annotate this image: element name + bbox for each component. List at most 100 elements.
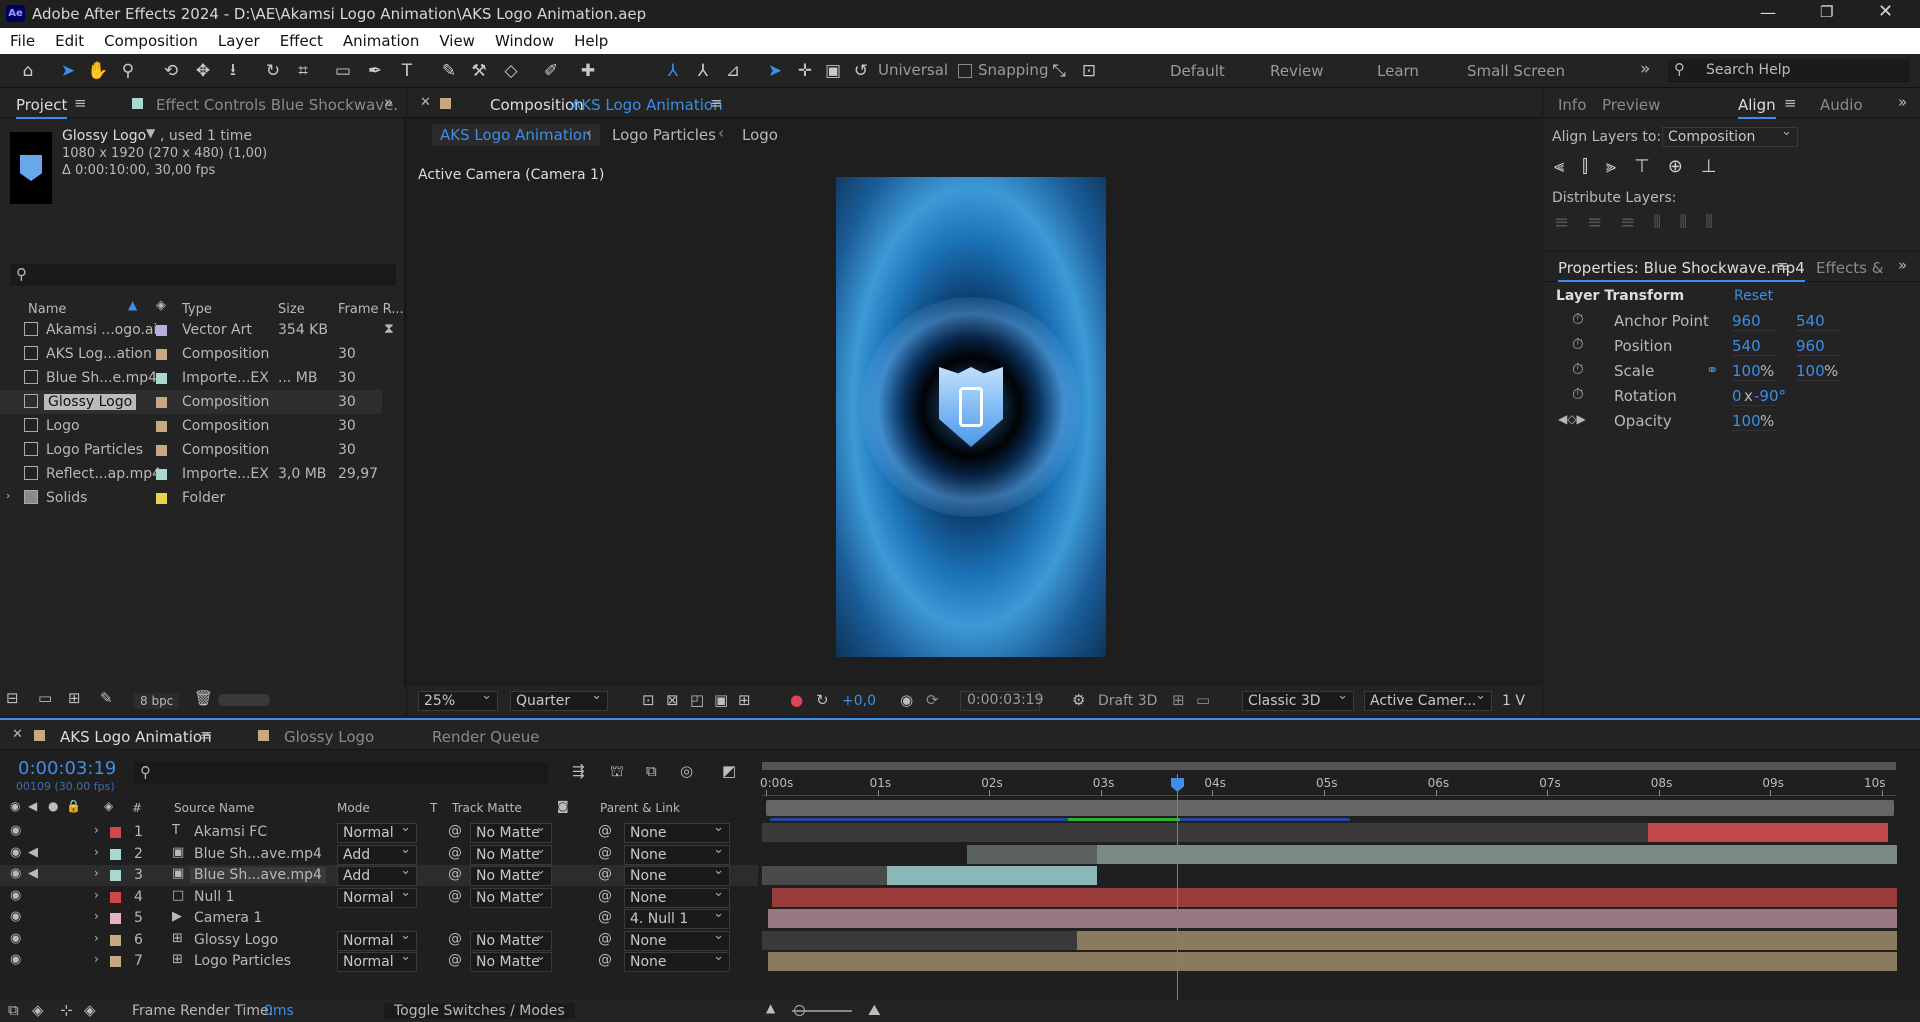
close-timeline-tab-icon[interactable]: ✕ (12, 727, 23, 742)
workspace-default[interactable]: Default (1170, 62, 1225, 80)
layer-duration-bar[interactable] (772, 887, 1897, 907)
sort-ascending-icon[interactable]: ▲ (128, 298, 137, 312)
parent-pickwhip-icon[interactable]: @ (598, 888, 612, 904)
3d-view-dropdown[interactable]: Active Camer... (1364, 688, 1492, 711)
layer-name[interactable]: Null 1 (194, 889, 234, 905)
close-window-button[interactable]: ✕ (1878, 1, 1893, 22)
layer-duration-bar[interactable] (768, 952, 1897, 971)
twirl-arrow-icon[interactable]: › (94, 931, 99, 945)
column-size[interactable]: Size (278, 302, 305, 317)
draft-3d-toggle-icon[interactable]: ⛫ (610, 762, 624, 782)
distribute-top-icon[interactable]: ≡ (1554, 212, 1569, 234)
mode-dropdown[interactable]: Add (337, 842, 417, 865)
dependency-icon[interactable]: ⧗ (384, 321, 394, 337)
col-t[interactable]: T (430, 801, 437, 815)
menu-view[interactable]: View (429, 32, 485, 50)
label-column-icon[interactable]: ◈ (156, 298, 166, 313)
reset-button[interactable]: Reset (1734, 288, 1773, 304)
restore-button[interactable]: ❐ (1820, 3, 1833, 21)
column-frame-rate[interactable]: Frame R... (338, 302, 404, 317)
distribute-vcenter-icon[interactable]: ≡ (1587, 212, 1602, 234)
time-ruler[interactable]: 0:00s 01s 02s 03s 04s 05s 06s 07s 08s 09s 10s (760, 774, 1896, 796)
breadcrumb-logo-particles[interactable]: Logo Particles (612, 126, 716, 144)
col-track-matte[interactable]: Track Matte (452, 801, 522, 815)
property-value-2[interactable]: -90° (1754, 387, 1786, 405)
align-left-icon[interactable]: ⫷ (1554, 156, 1564, 178)
ground-plane-icon[interactable]: ▭ (1196, 691, 1210, 709)
property-value-1[interactable]: 960 (1732, 312, 1778, 331)
parent-pickwhip-icon[interactable]: @ (598, 845, 612, 861)
lock-toggle-icon[interactable]: 🔒 (66, 799, 81, 813)
layer-row[interactable]: ◉ › 6 ⊞ Glossy Logo Normal @ No Matte @ None (0, 928, 758, 951)
layer-duration-bar[interactable] (762, 823, 1648, 842)
layer-duration-bar[interactable] (768, 909, 1897, 928)
pen-tool-icon[interactable]: ✒ (362, 59, 388, 83)
stopwatch-icon[interactable]: ⏱ (1572, 335, 1584, 353)
parent-dropdown[interactable]: None (624, 842, 730, 865)
puppet-pin-icon[interactable]: ✚ (575, 59, 601, 83)
menu-layer[interactable]: Layer (208, 32, 270, 50)
column-name[interactable]: Name (28, 302, 66, 317)
project-item[interactable]: Blue Sh...e.mp4 Importe...EX ... MB 30 (0, 366, 382, 390)
comp-menu-icon[interactable]: ≡ (710, 94, 723, 112)
layer-label-swatch[interactable] (110, 827, 121, 838)
property-value-2[interactable]: 100 (1796, 362, 1842, 381)
comp-tab-prefix[interactable]: Composition (490, 96, 584, 114)
zoom-in-icon[interactable]: ⛰ (868, 1001, 881, 1019)
eye-icon[interactable]: ◉ (10, 845, 21, 860)
comp-mini-flowchart-icon[interactable]: ⇶ (572, 762, 585, 780)
exposure-value[interactable]: +0,0 (842, 693, 876, 709)
tab-project[interactable]: Project (16, 96, 68, 119)
item-label-swatch[interactable] (156, 445, 167, 456)
roto-brush-icon[interactable]: ✐ (538, 59, 564, 83)
folder-expand-icon[interactable]: › (6, 489, 10, 502)
graph-editor-icon[interactable]: ⊹ (60, 1001, 73, 1019)
properties-title[interactable]: Properties: Blue Shockwave.mp4 (1558, 259, 1805, 282)
menu-composition[interactable]: Composition (94, 32, 208, 50)
snapping-checkbox[interactable] (958, 64, 972, 78)
selection-tool-icon[interactable]: ➤ (55, 59, 81, 83)
home-icon[interactable]: ⌂ (15, 59, 41, 83)
tl-menu-icon[interactable]: ≡ (200, 726, 213, 744)
track-matte-dropdown[interactable]: No Matte (470, 949, 552, 972)
layer-row[interactable]: ◉ › 5 ▶ Camera 1 @4. Null 1 (0, 906, 758, 929)
clone-stamp-icon[interactable]: ⚒ (466, 59, 492, 83)
twirl-arrow-icon[interactable]: › (94, 845, 99, 859)
speaker-icon[interactable]: ◀ (28, 866, 38, 881)
work-area-bar[interactable] (762, 762, 1896, 770)
local-axis-icon[interactable]: ⅄ (660, 59, 686, 83)
resolution-dropdown[interactable]: Quarter (510, 688, 608, 711)
col-parent-link[interactable]: Parent & Link (600, 801, 680, 815)
eye-icon[interactable]: ◉ (10, 952, 21, 967)
layer-label-swatch[interactable] (110, 870, 121, 881)
expand-panels-icon[interactable]: » (1898, 256, 1907, 274)
new-folder-icon[interactable]: ▭ (38, 689, 52, 707)
project-item[interactable]: Logo Particles Composition 30 (0, 438, 382, 462)
pan-camera-icon[interactable]: ✥ (190, 59, 216, 83)
column-type[interactable]: Type (182, 302, 212, 317)
layer-row[interactable]: ◉ › 4 □ Null 1 Normal @ No Matte @ None (0, 885, 758, 908)
matte-pickwhip-icon[interactable]: @ (448, 952, 462, 968)
align-to-dropdown[interactable]: Composition (1662, 124, 1798, 147)
parent-pickwhip-icon[interactable]: @ (598, 952, 612, 968)
project-item[interactable]: Glossy Logo Composition 30 (0, 390, 382, 414)
parent-dropdown[interactable]: None (624, 885, 730, 908)
track-matte-dropdown[interactable]: No Matte (470, 863, 552, 886)
color-channels-icon[interactable]: ● (790, 691, 803, 709)
matte-pickwhip-icon[interactable]: @ (448, 888, 462, 904)
tab-align[interactable]: Align (1738, 96, 1776, 119)
layer-label-swatch[interactable] (110, 956, 121, 967)
pan-behind-icon[interactable]: ⌗ (290, 59, 316, 83)
select-3d-icon[interactable]: ➤ (762, 59, 788, 83)
tab-effects-presets[interactable]: Effects & (1816, 259, 1883, 277)
breadcrumb-logo[interactable]: Logo (742, 126, 778, 144)
project-item[interactable]: › Solids Folder (0, 486, 382, 510)
workspace-learn[interactable]: Learn (1377, 62, 1419, 80)
menu-effect[interactable]: Effect (270, 32, 333, 50)
parent-pickwhip-icon[interactable]: @ (598, 909, 612, 925)
world-axis-icon[interactable]: ⅄ (690, 59, 716, 83)
layer-label-swatch[interactable] (110, 848, 121, 860)
comp-viewer[interactable] (836, 177, 1106, 657)
zoom-dropdown[interactable]: 25% (418, 688, 498, 711)
parent-dropdown[interactable]: None (624, 863, 730, 886)
